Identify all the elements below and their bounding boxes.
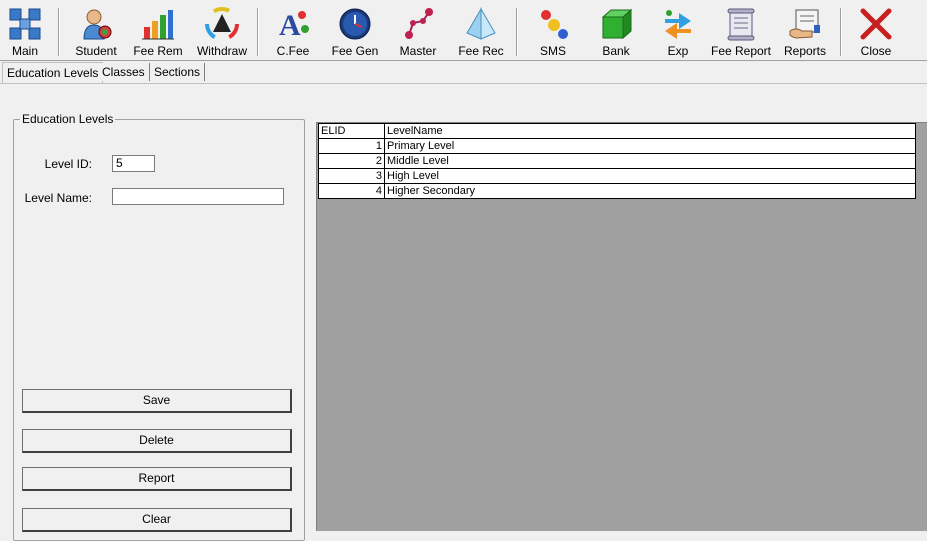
table-row[interactable]: 1 Primary Level bbox=[318, 138, 916, 154]
main-grid-icon bbox=[7, 6, 43, 42]
font-icon: A bbox=[275, 6, 311, 42]
column-header-elid[interactable]: ELID bbox=[318, 123, 385, 139]
table-header-row: ELID LevelName bbox=[318, 123, 916, 139]
molecule-icon bbox=[535, 6, 571, 42]
level-id-field[interactable]: 5 bbox=[112, 155, 155, 172]
bar-chart-icon bbox=[140, 6, 176, 42]
close-x-icon bbox=[858, 6, 894, 42]
tab-strip-border bbox=[0, 83, 927, 84]
tab-education-levels[interactable]: Education Levels bbox=[2, 62, 104, 83]
toolbar-sms-button[interactable]: SMS bbox=[535, 6, 571, 60]
student-icon bbox=[78, 6, 114, 42]
toolbar-separator bbox=[516, 8, 518, 56]
toolbar-label: Close bbox=[860, 44, 892, 58]
table-row[interactable]: 2 Middle Level bbox=[318, 153, 916, 169]
toolbar-bottom-border bbox=[0, 60, 927, 61]
toolbar-withdraw-button[interactable]: Withdraw bbox=[195, 6, 249, 60]
toolbar-label: Fee Rem bbox=[133, 44, 183, 58]
toolbar: Main Student Fee Rem Withdraw A C.Fee Fe… bbox=[0, 0, 927, 60]
nodes-icon bbox=[400, 6, 436, 42]
scroll-icon bbox=[723, 6, 759, 42]
toolbar-label: Main bbox=[11, 44, 38, 58]
cell-levelname[interactable]: Higher Secondary bbox=[384, 183, 916, 199]
toolbar-fee-report-button[interactable]: Fee Report bbox=[710, 6, 772, 60]
svg-text:A: A bbox=[279, 9, 301, 41]
green-box-icon bbox=[598, 6, 634, 42]
toolbar-fee-gen-button[interactable]: Fee Gen bbox=[332, 6, 378, 60]
toolbar-master-button[interactable]: Master bbox=[397, 6, 439, 60]
toolbar-separator bbox=[257, 8, 259, 56]
toolbar-cfee-button[interactable]: A C.Fee bbox=[274, 6, 312, 60]
toolbar-main-button[interactable]: Main bbox=[6, 6, 44, 60]
toolbar-reports-button[interactable]: Reports bbox=[783, 6, 827, 60]
table-row[interactable]: 4 Higher Secondary bbox=[318, 183, 916, 199]
color-wheel-icon bbox=[204, 6, 240, 42]
toolbar-label: Fee Gen bbox=[331, 44, 379, 58]
table-row[interactable]: 3 High Level bbox=[318, 168, 916, 184]
report-hand-icon bbox=[787, 6, 823, 42]
save-button[interactable]: Save bbox=[22, 389, 292, 413]
cell-elid[interactable]: 2 bbox=[318, 153, 385, 169]
toolbar-bank-button[interactable]: Bank bbox=[598, 6, 634, 60]
exchange-arrows-icon bbox=[660, 6, 696, 42]
cell-elid[interactable]: 4 bbox=[318, 183, 385, 199]
groupbox-title: Education Levels bbox=[20, 112, 116, 126]
level-id-label: Level ID: bbox=[44, 157, 92, 171]
delete-button[interactable]: Delete bbox=[22, 429, 292, 453]
levels-table: ELID LevelName 1 Primary Level 2 Middle … bbox=[318, 123, 916, 199]
level-name-field[interactable] bbox=[112, 188, 284, 205]
toolbar-close-button[interactable]: Close bbox=[857, 6, 895, 60]
level-name-label: Level Name: bbox=[24, 191, 92, 205]
cell-levelname[interactable]: High Level bbox=[384, 168, 916, 184]
cell-levelname[interactable]: Primary Level bbox=[384, 138, 916, 154]
clear-button[interactable]: Clear bbox=[22, 508, 292, 532]
cell-elid[interactable]: 1 bbox=[318, 138, 385, 154]
report-button[interactable]: Report bbox=[22, 467, 292, 491]
toolbar-separator bbox=[58, 8, 60, 56]
toolbar-label: Student bbox=[75, 44, 117, 58]
tab-sections[interactable]: Sections bbox=[150, 63, 206, 81]
toolbar-fee-rec-button[interactable]: Fee Rec bbox=[458, 6, 504, 60]
pyramid-icon bbox=[463, 6, 499, 42]
toolbar-label: Withdraw bbox=[196, 44, 247, 58]
column-header-levelname[interactable]: LevelName bbox=[384, 123, 916, 139]
toolbar-label: C.Fee bbox=[276, 44, 310, 58]
toolbar-label: Exp bbox=[667, 44, 689, 58]
tab-classes[interactable]: Classes bbox=[98, 63, 150, 81]
cell-levelname[interactable]: Middle Level bbox=[384, 153, 916, 169]
toolbar-exp-button[interactable]: Exp bbox=[660, 6, 696, 60]
toolbar-label: Fee Rec bbox=[458, 44, 504, 58]
toolbar-student-button[interactable]: Student bbox=[73, 6, 119, 60]
toolbar-label: SMS bbox=[539, 44, 566, 58]
clock-icon bbox=[337, 6, 373, 42]
toolbar-fee-rem-button[interactable]: Fee Rem bbox=[133, 6, 183, 60]
toolbar-label: Reports bbox=[783, 44, 827, 58]
toolbar-label: Fee Report bbox=[710, 44, 772, 58]
toolbar-label: Master bbox=[399, 44, 437, 58]
toolbar-separator bbox=[840, 8, 842, 56]
toolbar-label: Bank bbox=[602, 44, 630, 58]
cell-elid[interactable]: 3 bbox=[318, 168, 385, 184]
